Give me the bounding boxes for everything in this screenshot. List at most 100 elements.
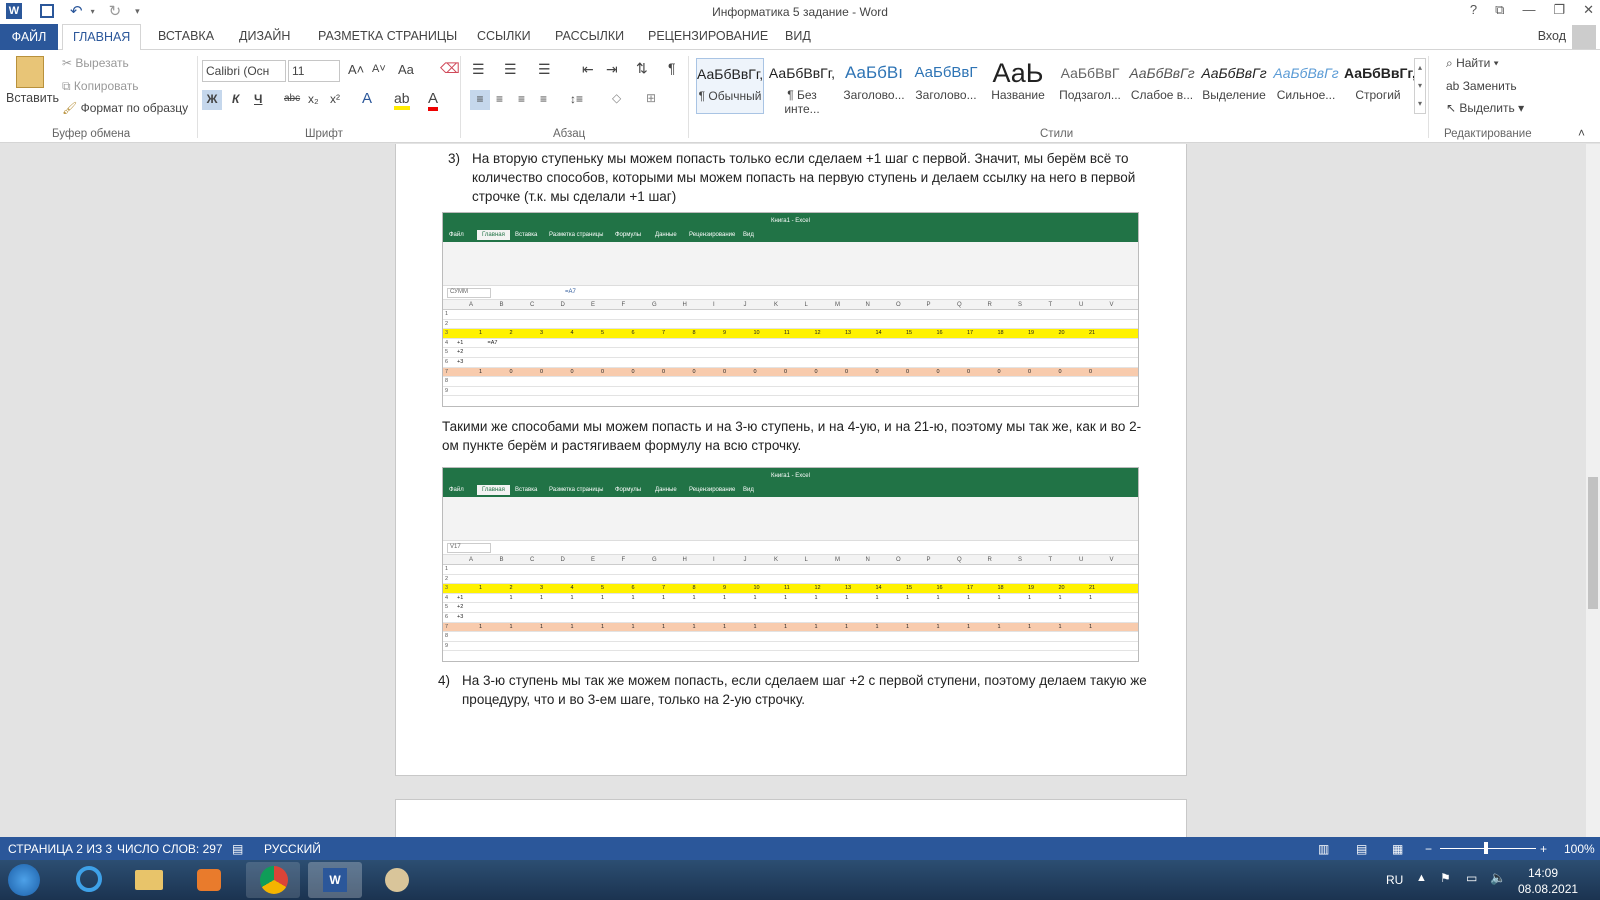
network-icon[interactable]: ▭ — [1466, 871, 1477, 885]
column-header[interactable]: T — [1049, 557, 1053, 563]
cell[interactable]: 1 — [1089, 624, 1092, 630]
cell[interactable]: +3 — [457, 359, 463, 365]
cell[interactable]: 1 — [510, 624, 513, 630]
cell[interactable]: 21 — [1089, 330, 1095, 336]
cell[interactable]: 17 — [967, 330, 973, 336]
clock-time[interactable]: 14:09 — [1528, 866, 1558, 880]
zoom-level[interactable]: 100% — [1564, 842, 1595, 856]
cell[interactable]: 0 — [693, 369, 696, 375]
zoom-in-button[interactable]: + — [1540, 842, 1547, 856]
column-header[interactable]: B — [500, 302, 504, 308]
chrome-icon[interactable] — [246, 862, 300, 898]
cell[interactable]: 0 — [540, 369, 543, 375]
cell[interactable]: 1 — [754, 595, 757, 601]
cell[interactable]: 0 — [662, 369, 665, 375]
style-normal[interactable]: АаБбВвГг, ¶ Обычный — [696, 58, 764, 114]
row-number[interactable]: 7 — [445, 369, 448, 375]
cell[interactable]: 11 — [784, 585, 790, 591]
column-header[interactable]: N — [866, 302, 870, 308]
row-number[interactable]: 8 — [445, 633, 448, 639]
column-header[interactable]: E — [591, 557, 595, 563]
tab-view[interactable]: ВИД — [785, 29, 811, 43]
cell[interactable]: +2 — [457, 349, 463, 355]
cell[interactable]: 1 — [1028, 595, 1031, 601]
replace-button[interactable]: ab Заменить — [1446, 79, 1517, 93]
cell[interactable]: 15 — [906, 330, 912, 336]
cell[interactable]: 18 — [998, 585, 1004, 591]
cell[interactable]: 1 — [510, 595, 513, 601]
cell[interactable]: 0 — [601, 369, 604, 375]
align-left-icon[interactable]: ≡ — [470, 90, 490, 110]
column-header[interactable]: G — [652, 557, 657, 563]
column-header[interactable]: O — [896, 302, 901, 308]
column-header[interactable]: J — [744, 557, 747, 563]
column-header[interactable]: G — [652, 302, 657, 308]
change-case-button[interactable]: Aa — [398, 62, 414, 77]
row-number[interactable]: 7 — [445, 624, 448, 630]
tab-layout[interactable]: РАЗМЕТКА СТРАНИЦЫ — [318, 29, 457, 43]
multilevel-list-icon[interactable]: ☰ — [538, 61, 551, 78]
cell[interactable]: 17 — [967, 585, 973, 591]
align-right-icon[interactable]: ≡ — [518, 92, 525, 106]
explorer-icon[interactable] — [122, 862, 176, 898]
shading-icon[interactable]: ◇ — [612, 91, 621, 105]
italic-button[interactable]: К — [232, 92, 239, 106]
column-header[interactable]: D — [561, 557, 565, 563]
row-number[interactable]: 5 — [445, 604, 448, 610]
tab-references[interactable]: ССЫЛКИ — [477, 29, 531, 43]
cell[interactable]: 3 — [540, 585, 543, 591]
cell[interactable]: 0 — [906, 369, 909, 375]
cell[interactable]: 1 — [693, 624, 696, 630]
column-header[interactable]: E — [591, 302, 595, 308]
column-header[interactable]: P — [927, 302, 931, 308]
column-header[interactable]: O — [896, 557, 901, 563]
bold-button[interactable]: Ж — [202, 90, 222, 110]
zoom-slider-thumb[interactable] — [1484, 842, 1488, 854]
cell[interactable]: 5 — [601, 585, 604, 591]
cell[interactable]: 8 — [693, 330, 696, 336]
cell[interactable]: =A7 — [488, 340, 498, 346]
cell[interactable]: 2 — [510, 330, 513, 336]
row-number[interactable]: 9 — [445, 643, 448, 649]
row-number[interactable]: 6 — [445, 614, 448, 620]
row-number[interactable]: 4 — [445, 595, 448, 601]
column-header[interactable]: B — [500, 557, 504, 563]
line-spacing-icon[interactable]: ↕≡ — [570, 92, 583, 106]
read-mode-icon[interactable]: ▥ — [1318, 842, 1329, 856]
cell[interactable]: 16 — [937, 330, 943, 336]
paint-icon[interactable] — [370, 862, 424, 898]
column-header[interactable]: Q — [957, 557, 962, 563]
cell[interactable]: 12 — [815, 330, 821, 336]
tab-mailings[interactable]: РАССЫЛКИ — [555, 29, 624, 43]
column-header[interactable]: L — [805, 302, 808, 308]
underline-button[interactable]: Ч — [254, 92, 262, 106]
column-header[interactable]: V — [1110, 557, 1114, 563]
cell[interactable]: 1 — [723, 624, 726, 630]
cell[interactable]: 1 — [906, 595, 909, 601]
increase-indent-icon[interactable]: ⇥ — [606, 61, 618, 78]
column-header[interactable]: S — [1018, 557, 1022, 563]
cell[interactable]: +2 — [457, 604, 463, 610]
cell[interactable]: 16 — [937, 585, 943, 591]
grow-font-icon[interactable]: A˄ — [348, 62, 364, 77]
cell[interactable]: 1 — [632, 624, 635, 630]
column-header[interactable]: Q — [957, 302, 962, 308]
clear-formatting-icon[interactable]: ⌫ — [440, 60, 460, 77]
row-number[interactable]: 3 — [445, 330, 448, 336]
find-button[interactable]: ⌕ Найти ▾ — [1446, 56, 1499, 71]
cell[interactable]: 1 — [479, 330, 482, 336]
cell[interactable]: 18 — [998, 330, 1004, 336]
cell[interactable]: 0 — [1089, 369, 1092, 375]
highlight-icon[interactable]: ab — [394, 90, 410, 110]
justify-icon[interactable]: ≡ — [540, 92, 547, 106]
cell[interactable]: 0 — [1059, 369, 1062, 375]
cell[interactable]: 1 — [1059, 624, 1062, 630]
cell[interactable]: 19 — [1028, 585, 1034, 591]
select-button[interactable]: ↖ Выделить ▾ — [1446, 101, 1524, 115]
style-emphasis[interactable]: АаБбВвГг Выделение — [1200, 58, 1268, 114]
cell[interactable]: 0 — [845, 369, 848, 375]
language-indicator[interactable]: РУССКИЙ — [264, 842, 321, 856]
style-heading1[interactable]: АаБбВı Заголово... — [840, 58, 908, 114]
subscript-button[interactable]: x₂ — [308, 92, 319, 106]
cell[interactable]: 11 — [784, 330, 790, 336]
